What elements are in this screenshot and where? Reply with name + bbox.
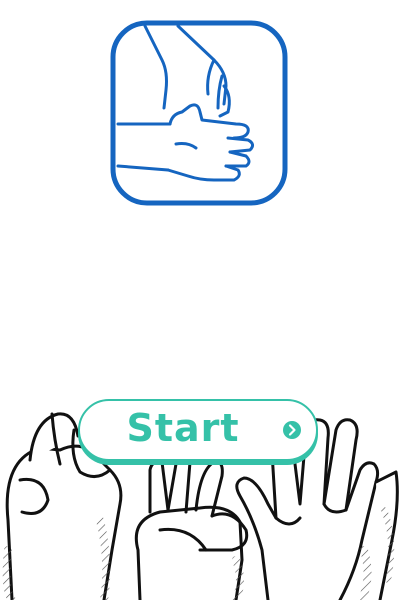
start-button-label: Start <box>126 406 240 450</box>
hands-clasp-icon <box>110 20 288 206</box>
app-screen: Start <box>0 0 400 600</box>
chevron-right-circle-icon <box>282 420 302 440</box>
start-button[interactable]: Start <box>78 399 318 461</box>
